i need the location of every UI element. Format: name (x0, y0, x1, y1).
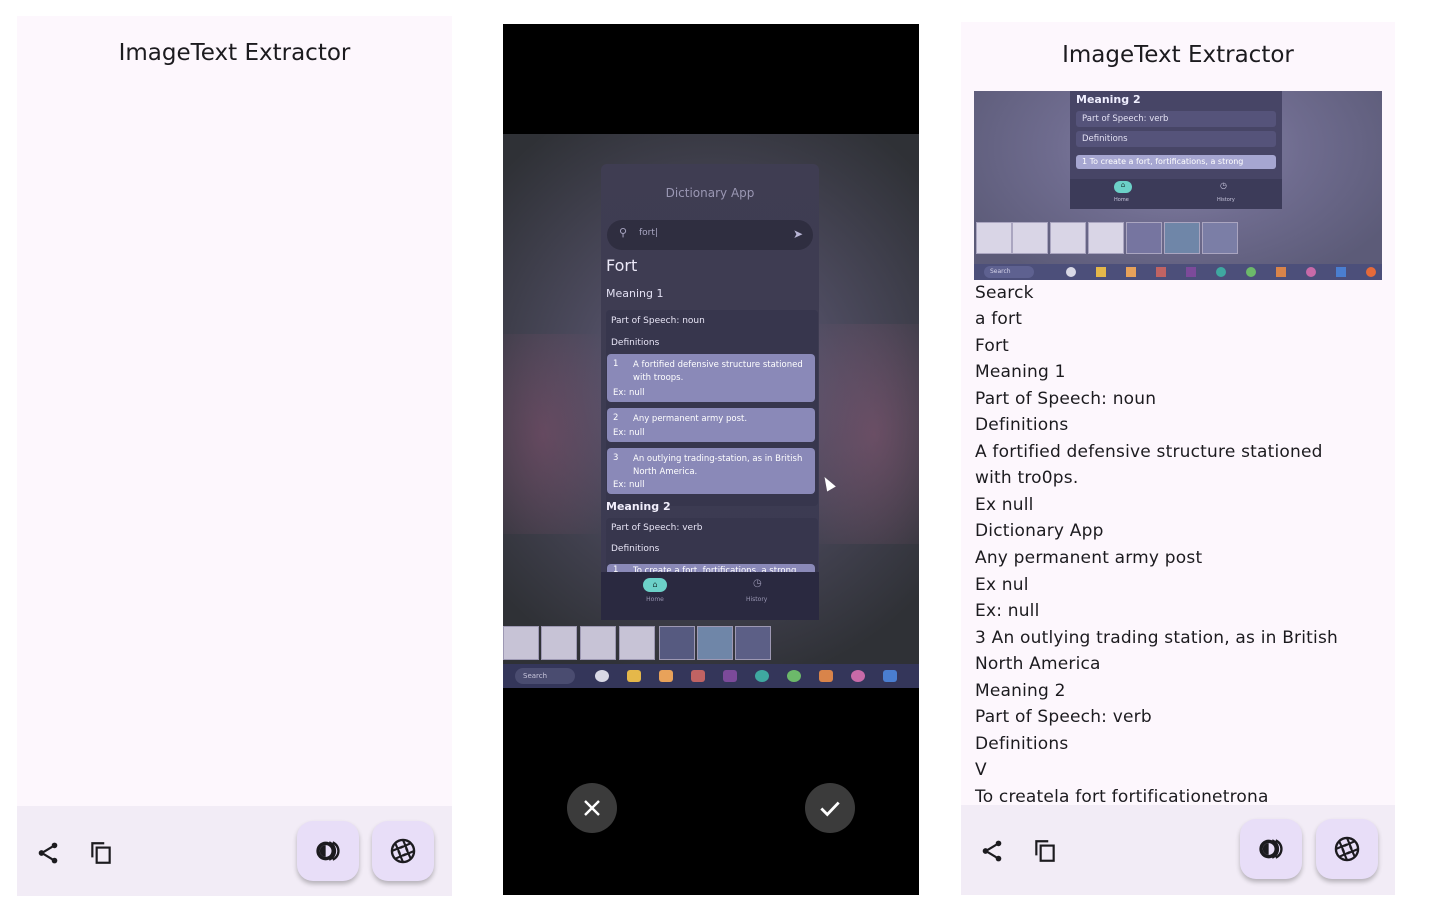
preview-phone-screen: Meaning 2 Part of Speech: verb Definitio… (1070, 91, 1282, 209)
preview-taskbar: Search (974, 264, 1382, 280)
share-icon (982, 840, 1002, 862)
extracted-line: Dictionary App (975, 521, 1104, 541)
photo-pos-2: Part of Speech: verb (611, 523, 703, 533)
extracted-line: Searck (975, 283, 1034, 303)
contrast-icon (1259, 839, 1283, 859)
photo-definition-1: 1 A fortified defensive structure statio… (607, 354, 815, 402)
history-icon: ◷ (753, 578, 762, 589)
contrast-icon (316, 841, 340, 861)
extracted-line: North America (975, 654, 1101, 674)
photo-phone-screen: Dictionary App ⚲ fort| ➤ Fort Meaning 1 … (601, 164, 819, 620)
copy-button[interactable] (1025, 831, 1065, 871)
extracted-line: Ex: null (975, 601, 1040, 621)
copy-icon (91, 842, 111, 864)
theme-toggle-button[interactable] (1240, 819, 1302, 879)
home-icon: ⌂ (643, 578, 667, 592)
photo-meaning-2: Meaning 2 (606, 500, 671, 513)
captured-photo: Dictionary App ⚲ fort| ➤ Fort Meaning 1 … (503, 134, 919, 688)
capture-button[interactable] (1316, 819, 1378, 879)
photo-nav-history: History (746, 596, 768, 603)
captured-image-preview: Meaning 2 Part of Speech: verb Definitio… (974, 91, 1382, 280)
check-icon (820, 801, 840, 817)
home-icon: ⌂ (1114, 181, 1132, 193)
extracted-line: with tro0ps. (975, 468, 1079, 488)
preview-bottom-nav: ⌂ Home ◷ History (1070, 179, 1282, 209)
preview-pos: Part of Speech: verb (1076, 111, 1276, 127)
photo-search-text: fort| (639, 228, 658, 238)
photo-bottom-nav: ⌂ Home ◷ History (601, 572, 819, 620)
photo-definition-3: 3 An outlying trading-station, as in Bri… (607, 448, 815, 494)
send-icon: ➤ (792, 227, 803, 241)
extracted-line: Any permanent army post (975, 548, 1203, 568)
photo-word: Fort (606, 256, 638, 275)
share-icon (38, 842, 58, 864)
preview-nav-history: History (1217, 197, 1235, 203)
photo-definition-2: 2 Any permanent army post. Ex: null (607, 408, 815, 442)
preview-definition: 1 To create a fort, fortifications, a st… (1076, 155, 1276, 169)
photo-app-title: Dictionary App (665, 186, 755, 200)
photo-search-bar: ⚲ fort| ➤ (607, 220, 813, 250)
share-button[interactable] (972, 831, 1012, 871)
extracted-line: Part of Speech: verb (975, 707, 1152, 727)
app-title: ImageText Extractor (118, 40, 351, 66)
bottom-app-bar (17, 806, 452, 896)
extracted-line: Fort (975, 336, 1010, 356)
extracted-line: Ex null (975, 495, 1034, 515)
photo-nav-home: Home (646, 596, 664, 603)
camera-shutter-icon (390, 838, 416, 864)
photo-definitions-label-2: Definitions (611, 544, 660, 554)
history-icon: ◷ (1220, 181, 1227, 190)
extractor-screen-result: ImageText Extractor Meaning 2 Part of Sp… (961, 22, 1395, 895)
extracted-line: To createla fort fortificationetrona (975, 787, 1269, 807)
preview-nav-home: Home (1114, 197, 1129, 203)
extractor-screen-empty: ImageText Extractor (17, 16, 452, 896)
close-icon (584, 800, 600, 816)
capture-button[interactable] (372, 821, 434, 881)
photo-taskbar: Search (503, 664, 919, 688)
copy-icon (1035, 840, 1055, 862)
camera-preview-screen: Dictionary App ⚲ fort| ➤ Fort Meaning 1 … (503, 24, 919, 895)
preview-meaning-2: Meaning 2 (1076, 93, 1141, 106)
bottom-app-bar (961, 805, 1395, 895)
photo-meaning-1: Meaning 1 (606, 287, 664, 300)
extracted-line: Definitions (975, 734, 1069, 754)
extracted-line: 3 An outlying trading station, as in Bri… (975, 628, 1338, 648)
extracted-line: Part of Speech: noun (975, 389, 1157, 409)
extracted-line: A fortified defensive structure statione… (975, 442, 1323, 462)
theme-toggle-button[interactable] (297, 821, 359, 881)
photo-taskbar-search: Search (515, 668, 575, 684)
camera-shutter-icon (1334, 836, 1360, 862)
photo-definitions-label: Definitions (611, 338, 660, 348)
search-icon: ⚲ (619, 226, 628, 239)
confirm-capture-button[interactable] (805, 783, 855, 833)
preview-definitions: Definitions (1076, 131, 1276, 147)
extracted-line: V (975, 760, 987, 780)
extracted-line: a fort (975, 309, 1023, 329)
extracted-line: Meaning 1 (975, 362, 1066, 382)
photo-thumbnails (503, 626, 919, 664)
cancel-capture-button[interactable] (567, 783, 617, 833)
photo-pos-1: Part of Speech: noun (611, 316, 705, 326)
extracted-line: Meaning 2 (975, 681, 1066, 701)
share-button[interactable] (28, 833, 68, 873)
copy-button[interactable] (81, 833, 121, 873)
extracted-line: Ex nul (975, 575, 1029, 595)
app-title: ImageText Extractor (1062, 42, 1294, 68)
extracted-line: Definitions (975, 415, 1069, 435)
preview-taskbar-search: Search (984, 266, 1034, 278)
